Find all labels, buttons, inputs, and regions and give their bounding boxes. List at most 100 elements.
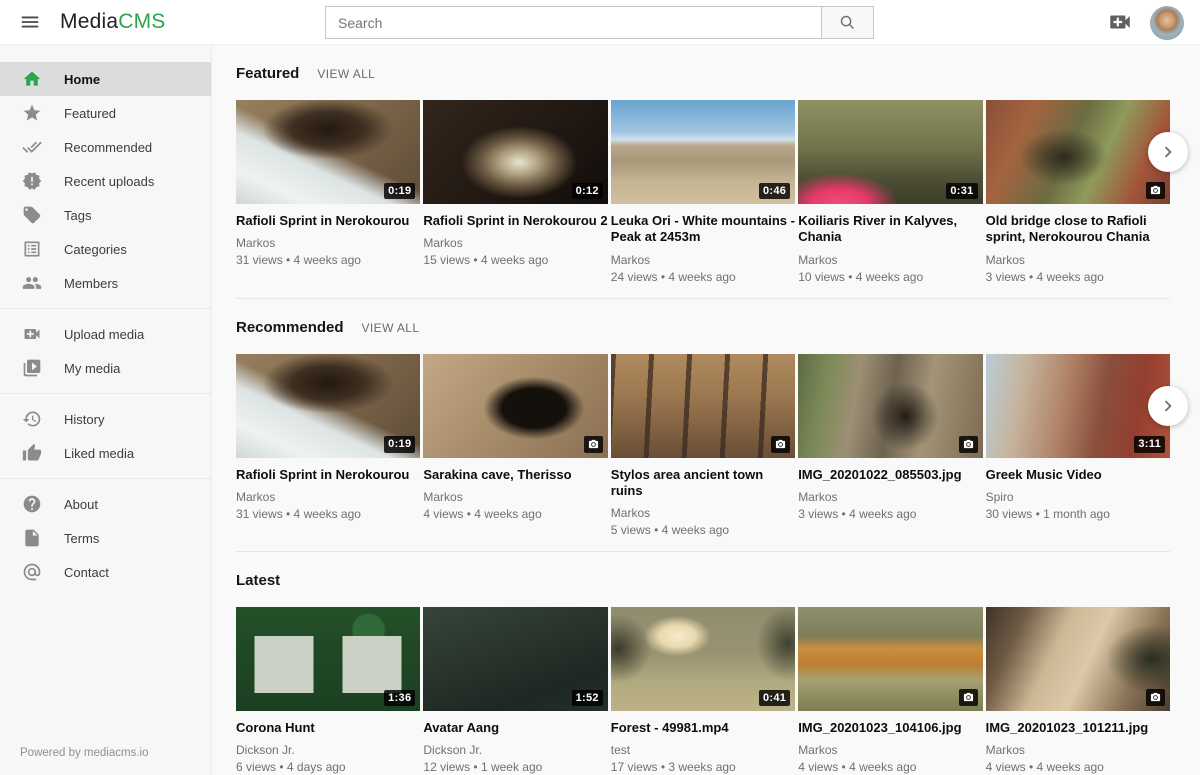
media-card[interactable]: Stylos area ancient town ruins Markos 5 … — [611, 354, 795, 538]
media-author[interactable]: Markos — [423, 490, 607, 504]
media-card[interactable]: 0:41 Forest - 49981.mp4 test 17 views • … — [611, 607, 795, 774]
media-thumbnail[interactable]: 0:19 — [236, 100, 420, 204]
media-author[interactable]: Markos — [798, 253, 982, 267]
media-title[interactable]: IMG_20201023_101211.jpg — [986, 720, 1170, 736]
media-thumbnail[interactable]: 1:52 — [423, 607, 607, 711]
media-title[interactable]: Rafioli Sprint in Nerokourou — [236, 213, 420, 229]
media-author[interactable]: Markos — [236, 490, 420, 504]
media-card[interactable]: 3:11 Greek Music Video Spiro 30 views • … — [986, 354, 1170, 538]
media-thumbnail[interactable] — [798, 607, 982, 711]
media-meta: 30 views • 1 month ago — [986, 507, 1170, 521]
media-card[interactable]: IMG_20201023_101211.jpg Markos 4 views •… — [986, 607, 1170, 774]
search-button[interactable] — [821, 6, 874, 39]
sidebar-item-tags[interactable]: Tags — [0, 198, 211, 232]
sidebar-item-home[interactable]: Home — [0, 62, 211, 96]
home-icon — [22, 69, 42, 89]
sidebar-item-label: Home — [64, 72, 100, 87]
media-card[interactable]: Sarakina cave, Therisso Markos 4 views •… — [423, 354, 607, 538]
media-card[interactable]: 1:52 Avatar Aang Dickson Jr. 12 views • … — [423, 607, 607, 774]
media-title[interactable]: Rafioli Sprint in Nerokourou — [236, 467, 420, 483]
logo[interactable]: MediaCMS — [60, 10, 165, 34]
sidebar-item-contact[interactable]: Contact — [0, 555, 211, 589]
media-author[interactable]: Markos — [236, 236, 420, 250]
cards-row: 1:36 Corona Hunt Dickson Jr. 6 views • 4… — [236, 607, 1170, 774]
media-card[interactable]: 0:19 Rafioli Sprint in Nerokourou Markos… — [236, 354, 420, 538]
media-author[interactable]: Markos — [611, 253, 795, 267]
media-thumbnail[interactable] — [798, 354, 982, 458]
media-title[interactable]: Leuka Ori - White mountains - Peak at 24… — [611, 213, 795, 246]
media-card[interactable]: 0:19 Rafioli Sprint in Nerokourou Markos… — [236, 100, 420, 284]
media-title[interactable]: Corona Hunt — [236, 720, 420, 736]
sidebar-item-recommended[interactable]: Recommended — [0, 130, 211, 164]
sidebar-item-members[interactable]: Members — [0, 266, 211, 300]
media-author[interactable]: Markos — [611, 506, 795, 520]
sidebar-item-my-media[interactable]: My media — [0, 351, 211, 385]
media-author[interactable]: Markos — [986, 743, 1170, 757]
media-author[interactable]: test — [611, 743, 795, 757]
media-card[interactable]: 0:46 Leuka Ori - White mountains - Peak … — [611, 100, 795, 284]
logo-media: Media — [60, 10, 118, 33]
media-title[interactable]: Avatar Aang — [423, 720, 607, 736]
media-title[interactable]: Stylos area ancient town ruins — [611, 467, 795, 500]
view-all-link[interactable]: VIEW ALL — [362, 321, 420, 335]
media-meta: 10 views • 4 weeks ago — [798, 270, 982, 284]
media-author[interactable]: Dickson Jr. — [236, 743, 420, 757]
sidebar-item-about[interactable]: About — [0, 487, 211, 521]
search-input[interactable] — [325, 6, 822, 39]
sidebar-item-label: Recent uploads — [64, 174, 154, 189]
user-avatar[interactable] — [1150, 6, 1184, 40]
media-card[interactable]: Old bridge close to Rafioli sprint, Nero… — [986, 100, 1170, 284]
sidebar-item-history[interactable]: History — [0, 402, 211, 436]
next-arrow-button[interactable] — [1148, 386, 1188, 426]
menu-button[interactable] — [14, 8, 46, 38]
sidebar-item-label: Categories — [64, 242, 127, 257]
sidebar-item-featured[interactable]: Featured — [0, 96, 211, 130]
media-title[interactable]: IMG_20201022_085503.jpg — [798, 467, 982, 483]
media-thumbnail[interactable]: 0:31 — [798, 100, 982, 204]
sidebar-divider — [0, 393, 211, 394]
media-card[interactable]: IMG_20201023_104106.jpg Markos 4 views •… — [798, 607, 982, 774]
next-arrow-button[interactable] — [1148, 132, 1188, 172]
view-all-link[interactable]: VIEW ALL — [317, 67, 375, 81]
categories-icon — [22, 239, 42, 259]
sidebar-divider — [0, 478, 211, 479]
media-thumbnail[interactable]: 1:36 — [236, 607, 420, 711]
image-type-icon — [584, 436, 603, 453]
sidebar-item-terms[interactable]: Terms — [0, 521, 211, 555]
media-thumbnail[interactable]: 0:41 — [611, 607, 795, 711]
media-author[interactable]: Markos — [798, 490, 982, 504]
media-title[interactable]: IMG_20201023_104106.jpg — [798, 720, 982, 736]
sidebar-item-recent-uploads[interactable]: Recent uploads — [0, 164, 211, 198]
media-author[interactable]: Dickson Jr. — [423, 743, 607, 757]
media-author[interactable]: Spiro — [986, 490, 1170, 504]
media-card[interactable]: IMG_20201022_085503.jpg Markos 3 views •… — [798, 354, 982, 538]
media-author[interactable]: Markos — [423, 236, 607, 250]
media-thumbnail[interactable]: 0:46 — [611, 100, 795, 204]
media-title[interactable]: Rafioli Sprint in Nerokourou 2 — [423, 213, 607, 229]
media-card[interactable]: 0:31 Koiliaris River in Kalyves, Chania … — [798, 100, 982, 284]
media-title[interactable]: Old bridge close to Rafioli sprint, Nero… — [986, 213, 1170, 246]
sidebar-item-label: About — [64, 497, 98, 512]
media-thumbnail[interactable]: 3:11 — [986, 354, 1170, 458]
media-title[interactable]: Koiliaris River in Kalyves, Chania — [798, 213, 982, 246]
media-thumbnail[interactable]: 0:19 — [236, 354, 420, 458]
sidebar-item-upload-media[interactable]: Upload media — [0, 317, 211, 351]
sidebar-item-liked-media[interactable]: Liked media — [0, 436, 211, 470]
media-author[interactable]: Markos — [798, 743, 982, 757]
image-type-icon — [1146, 689, 1165, 706]
media-meta: 6 views • 4 days ago — [236, 760, 420, 774]
media-section: Featured VIEW ALL 0:19 Rafioli Sprint in… — [236, 65, 1170, 299]
media-card[interactable]: 1:36 Corona Hunt Dickson Jr. 6 views • 4… — [236, 607, 420, 774]
media-thumbnail[interactable] — [611, 354, 795, 458]
media-author[interactable]: Markos — [986, 253, 1170, 267]
media-title[interactable]: Greek Music Video — [986, 467, 1170, 483]
media-title[interactable]: Forest - 49981.mp4 — [611, 720, 795, 736]
media-thumbnail[interactable] — [986, 100, 1170, 204]
media-thumbnail[interactable] — [423, 354, 607, 458]
media-card[interactable]: 0:12 Rafioli Sprint in Nerokourou 2 Mark… — [423, 100, 607, 284]
media-thumbnail[interactable] — [986, 607, 1170, 711]
media-title[interactable]: Sarakina cave, Therisso — [423, 467, 607, 483]
upload-media-header-button[interactable] — [1106, 9, 1134, 37]
media-thumbnail[interactable]: 0:12 — [423, 100, 607, 204]
sidebar-item-categories[interactable]: Categories — [0, 232, 211, 266]
